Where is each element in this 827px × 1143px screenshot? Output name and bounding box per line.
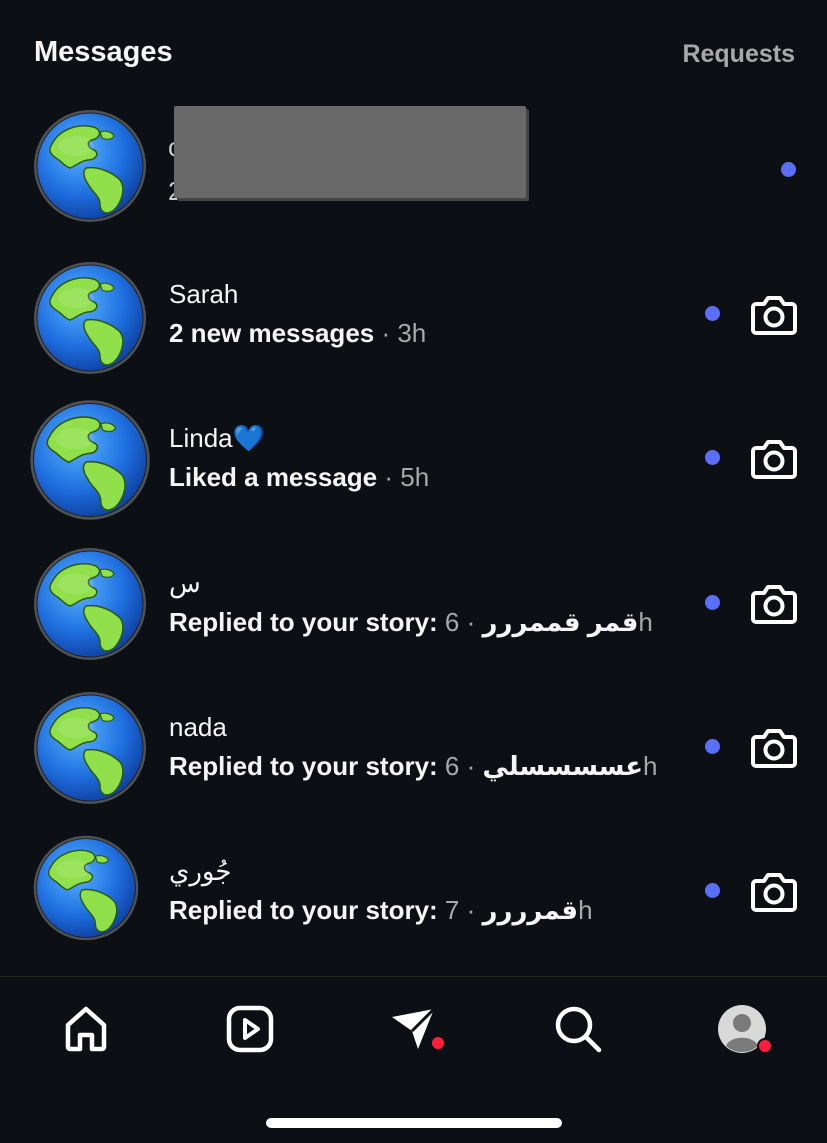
thread-name: Sarah	[169, 279, 239, 309]
thread-message: Replied to your story: قمر قممررر	[169, 607, 639, 637]
thread-name: س	[169, 568, 201, 598]
thread-preview: Liked a message · 5h	[169, 462, 429, 493]
reels-icon[interactable]	[222, 1001, 278, 1057]
unread-dot	[705, 306, 720, 321]
camera-icon[interactable]	[750, 581, 798, 625]
globe-icon	[30, 544, 150, 664]
camera-icon[interactable]	[750, 725, 798, 769]
unread-dot	[705, 739, 720, 754]
thread-name: Linda💙	[169, 423, 265, 453]
requests-link[interactable]: Requests	[682, 40, 795, 69]
bottom-nav	[0, 977, 827, 1097]
notification-badge	[757, 1038, 773, 1054]
page-title: Messages	[34, 36, 173, 68]
globe-icon	[30, 258, 150, 378]
thread-time: · 5h	[384, 462, 430, 492]
camera-icon[interactable]	[750, 292, 798, 336]
thread-preview: Replied to your story: عسسسسلي · 6h	[169, 751, 658, 782]
thread-message: 2 new messages	[169, 318, 375, 348]
thread-message: Replied to your story: قمرررر	[169, 895, 579, 925]
globe-icon	[26, 396, 154, 524]
thread-row[interactable]: Sarah 2 new messages · 3h	[0, 255, 827, 385]
thread-row[interactable]: جُوري Replied to your story: قمرررر · 7h	[0, 832, 827, 962]
unread-dot	[781, 162, 796, 177]
globe-icon	[30, 106, 150, 226]
thread-message: Replied to your story: عسسسسلي	[169, 751, 644, 781]
globe-icon	[30, 832, 142, 944]
thread-row[interactable]: nada Replied to your story: عسسسسلي · 6h	[0, 688, 827, 818]
notification-badge	[430, 1035, 446, 1051]
header: Messages Requests	[0, 0, 827, 100]
thread-row[interactable]: Linda💙 Liked a message · 5h	[0, 399, 827, 529]
thread-preview: 2 new messages · 3h	[169, 318, 426, 349]
thread-time: · 3h	[381, 318, 427, 348]
thread-preview: Replied to your story: قمر قممررر · 6h	[169, 607, 653, 638]
unread-dot	[705, 883, 720, 898]
home-icon[interactable]	[58, 1001, 114, 1057]
thread-preview: Replied to your story: قمرررر · 7h	[169, 895, 593, 926]
unread-dot	[705, 450, 720, 465]
thread-name: nada	[169, 712, 227, 742]
thread-row[interactable]: س Replied to your story: قمر قممررر · 6h	[0, 544, 827, 674]
home-indicator	[266, 1118, 562, 1128]
camera-icon[interactable]	[750, 436, 798, 480]
search-icon[interactable]	[550, 1001, 606, 1057]
redaction-box	[174, 106, 526, 198]
globe-icon	[30, 688, 150, 808]
thread-message: Liked a message	[169, 462, 378, 492]
unread-dot	[705, 595, 720, 610]
camera-icon[interactable]	[750, 869, 798, 913]
thread-name: جُوري	[169, 856, 232, 886]
